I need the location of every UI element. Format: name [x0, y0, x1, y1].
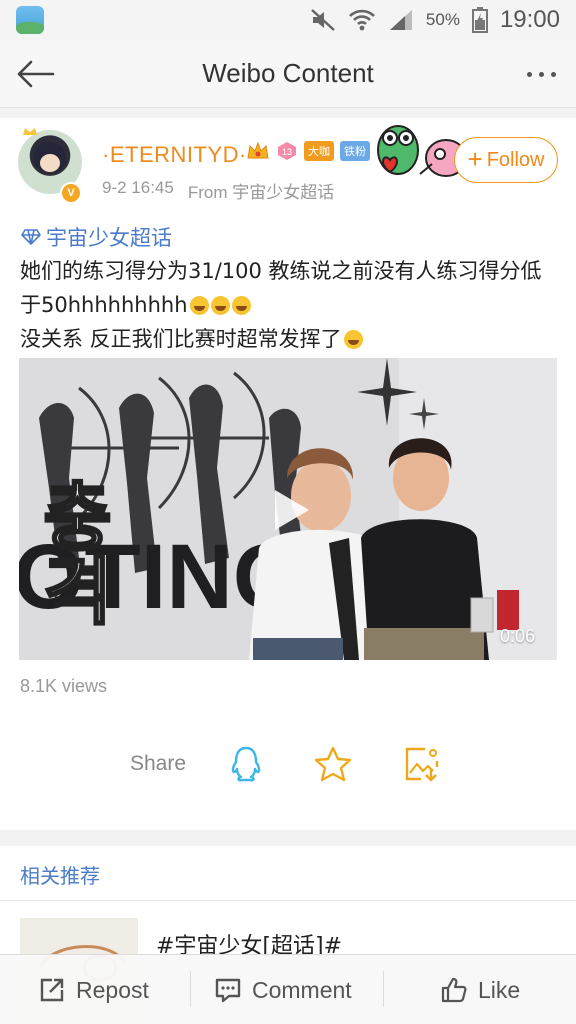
video-duration: 0:06	[500, 626, 536, 646]
wifi-icon	[348, 9, 375, 31]
topic-link[interactable]: 宇宙少女超话	[20, 222, 172, 252]
section-gap	[0, 108, 576, 118]
video-overlay-text: 충격	[28, 478, 114, 626]
big-fan-tag[interactable]: 大咖	[304, 141, 334, 161]
like-label: Like	[478, 976, 521, 1003]
divider	[0, 900, 576, 901]
favorite-button[interactable]	[313, 742, 353, 786]
topic-label: 宇宙少女超话	[46, 226, 172, 250]
more-options-button[interactable]	[518, 54, 564, 94]
svg-text:13: 13	[282, 147, 292, 157]
bottom-action-bar: Repost Comment Like	[0, 954, 576, 1024]
avatar-decoration-icon	[23, 128, 37, 135]
repost-button[interactable]: Repost	[38, 955, 149, 1024]
diamond-icon	[21, 229, 41, 245]
battery-percent: 50%	[425, 10, 460, 29]
repost-icon	[40, 978, 64, 1002]
laughing-tears-emoji-icon	[210, 296, 230, 315]
user-badges: 13 大咖 铁粉	[246, 140, 370, 162]
more-dot-icon	[538, 71, 544, 77]
comment-button[interactable]: Comment	[214, 955, 352, 1024]
status-bar: 50% 19:00	[0, 0, 576, 40]
post-author-name[interactable]: ·ETERNITYD·	[102, 142, 247, 168]
more-dot-icon	[526, 71, 532, 77]
page-title: Weibo Content	[202, 58, 374, 88]
save-image-icon	[405, 747, 439, 782]
battery-icon	[471, 7, 488, 33]
qq-share-button[interactable]	[226, 742, 266, 786]
iron-fan-tag[interactable]: 铁粉	[340, 141, 370, 161]
top-navigation-bar: Weibo Content	[0, 40, 576, 108]
signal-icon	[389, 10, 412, 30]
share-label: Share	[130, 752, 187, 775]
post-text: 她们的练习得分为31/100 教练说之前没有人练习得分低于50hhhhhhhhh…	[20, 254, 560, 356]
repost-label: Repost	[76, 976, 149, 1003]
post-timestamp: 9-2 16:45	[102, 178, 174, 197]
more-dot-icon	[550, 71, 556, 77]
clock: 19:00	[499, 6, 560, 33]
post-text-line1: 她们的练习得分为31/100 教练说之前没有人练习得分低于50hhhhhhhhh	[20, 259, 542, 317]
cartoon-sticker-decoration	[377, 125, 466, 177]
status-icons: 50% 19:00	[310, 6, 560, 34]
post-text-line2: 没关系 反正我们比赛时超常发挥了	[20, 327, 342, 351]
related-section-title: 相关推荐	[20, 864, 100, 888]
follow-button[interactable]: + Follow	[454, 137, 558, 183]
follow-label: Follow	[486, 148, 545, 171]
mute-icon	[311, 9, 335, 31]
comment-icon	[215, 978, 241, 1003]
divider	[383, 971, 384, 1007]
laughing-tears-emoji-icon	[231, 296, 251, 315]
like-button[interactable]: Like	[440, 955, 520, 1024]
post-meta: 9-2 16:45 From 宇宙少女超话	[102, 178, 334, 203]
avatar-face-shape	[40, 154, 60, 172]
plus-icon: +	[467, 144, 483, 174]
play-icon[interactable]	[271, 488, 311, 532]
section-gap	[0, 830, 576, 846]
view-count: 8.1K views	[20, 676, 108, 696]
grimacing-emoji-icon	[343, 330, 363, 349]
level-badge-icon[interactable]: 13	[276, 140, 298, 162]
star-favorite-icon	[314, 746, 352, 782]
qq-icon	[231, 746, 261, 782]
comment-label: Comment	[252, 976, 352, 1003]
crown-badge-icon[interactable]	[246, 140, 270, 162]
thumbs-up-icon	[441, 977, 467, 1003]
verified-badge-icon: V	[60, 182, 82, 204]
laughing-tears-emoji-icon	[189, 296, 209, 315]
save-image-button[interactable]	[402, 742, 442, 786]
gallery-app-icon	[16, 6, 44, 34]
divider	[190, 971, 191, 1007]
post-source[interactable]: From 宇宙少女超话	[188, 178, 334, 203]
